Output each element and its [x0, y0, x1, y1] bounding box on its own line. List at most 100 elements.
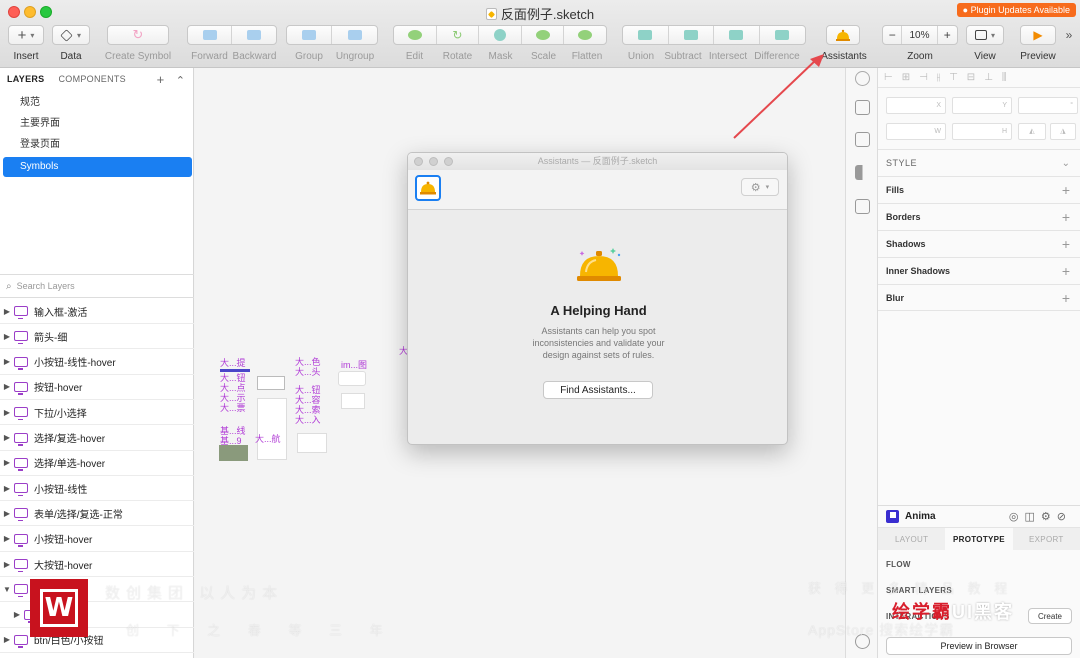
layer-row[interactable]: ▶ 小按钮-hover [0, 527, 194, 552]
intersect-button[interactable] [714, 26, 760, 44]
forward-button[interactable] [188, 26, 233, 44]
ungroup-button[interactable] [332, 26, 377, 44]
search-layers-field[interactable]: ⌕ Search Layers [0, 274, 194, 298]
align-bottom-icon[interactable]: ⊥ [984, 72, 993, 83]
zoom-value[interactable]: 10% [902, 26, 938, 44]
tab-layout[interactable]: LAYOUT [878, 528, 946, 550]
page-item-selected[interactable]: Symbols [3, 157, 192, 177]
flip-vertical-button[interactable]: ◮ [1050, 123, 1076, 140]
table-grid-icon[interactable] [855, 199, 870, 214]
toolbar-overflow-icon[interactable]: » [1062, 28, 1076, 42]
disclosure-collapsed-icon[interactable]: ▶ [0, 560, 14, 569]
close-icon[interactable]: ⊘ [1057, 511, 1072, 523]
disclosure-collapsed-icon[interactable]: ▶ [10, 610, 24, 619]
rotate-button[interactable]: ↻ [437, 26, 480, 44]
flow-section[interactable]: FLOW [886, 560, 911, 569]
view-button[interactable]: ▾ [966, 25, 1004, 45]
style-list-icon[interactable] [855, 132, 870, 147]
disclosure-collapsed-icon[interactable]: ▶ [0, 484, 14, 493]
components-grid-icon[interactable] [855, 165, 870, 180]
union-button[interactable] [623, 26, 669, 44]
find-assistants-button[interactable]: Find Assistants... [543, 381, 653, 399]
scale-button[interactable] [522, 26, 565, 44]
width-field[interactable]: W [886, 123, 946, 140]
fonts-icon[interactable] [855, 71, 870, 86]
assistants-button[interactable] [826, 25, 860, 45]
blur-section[interactable]: Blur + [878, 284, 1080, 311]
layer-row[interactable]: ▶ 箭头-细 [0, 324, 194, 350]
layer-row[interactable]: ▶ 选择/单选-hover [0, 451, 194, 476]
tab-export[interactable]: EXPORT [1012, 528, 1080, 550]
add-blur-icon[interactable]: + [1062, 290, 1070, 306]
collapse-pages-icon[interactable]: ⌃ [176, 75, 185, 87]
create-button[interactable]: Create [1028, 608, 1072, 624]
flip-horizontal-button[interactable]: ◭ [1018, 123, 1046, 140]
y-field[interactable]: Y [952, 97, 1012, 114]
align-center-icon[interactable]: ⊞ [902, 72, 910, 83]
difference-button[interactable] [760, 26, 805, 44]
page-item[interactable]: 登录页面 [3, 135, 192, 155]
shadows-section[interactable]: Shadows + [878, 230, 1080, 257]
borders-section[interactable]: Borders + [878, 203, 1080, 230]
style-header[interactable]: STYLE ⌄ [878, 149, 1080, 176]
align-middle-icon[interactable]: ⊟ [967, 72, 975, 83]
backward-button[interactable] [232, 26, 276, 44]
fills-section[interactable]: Fills + [878, 176, 1080, 203]
flatten-button[interactable] [564, 26, 606, 44]
layer-row[interactable]: ▶ 输入框-激活 [0, 299, 194, 324]
add-page-icon[interactable]: + [157, 72, 165, 87]
assistants-tab[interactable] [415, 175, 441, 201]
align-top-icon[interactable]: ⊤ [949, 72, 958, 83]
distribute-horizontal-icon[interactable]: ⫲ [937, 72, 940, 83]
document-icon[interactable] [855, 100, 870, 115]
panel-icon[interactable]: ◫ [1025, 511, 1041, 523]
disclosure-collapsed-icon[interactable]: ▶ [0, 307, 14, 316]
disclosure-collapsed-icon[interactable]: ▶ [0, 509, 14, 518]
layer-row[interactable]: ▶ 小按钮-线性-hover [0, 350, 194, 375]
layer-row[interactable]: ▶ 按钮-hover [0, 375, 194, 400]
assistants-settings-button[interactable]: ⚙ ▾ [741, 178, 779, 196]
subtract-button[interactable] [669, 26, 714, 44]
close-window-button[interactable] [414, 157, 423, 166]
layer-row[interactable]: ▶ 选择/复选-hover [0, 426, 194, 451]
tab-layers[interactable]: LAYERS [7, 74, 44, 84]
preview-button[interactable]: ▶ [1020, 25, 1056, 45]
page-item[interactable]: 规范 [3, 93, 192, 113]
disclosure-expanded-icon[interactable]: ▼ [0, 585, 14, 594]
inner-shadows-section[interactable]: Inner Shadows + [878, 257, 1080, 284]
disclosure-collapsed-icon[interactable]: ▶ [0, 332, 14, 341]
disclosure-collapsed-icon[interactable]: ▶ [0, 458, 14, 467]
add-shadow-icon[interactable]: + [1062, 236, 1070, 252]
plugin-updates-badge[interactable]: ● Plugin Updates Available [956, 3, 1076, 17]
align-right-icon[interactable]: ⊣ [919, 72, 928, 83]
x-field[interactable]: X [886, 97, 946, 114]
target-icon[interactable]: ◎ [1009, 511, 1025, 523]
disclosure-collapsed-icon[interactable]: ▶ [0, 357, 14, 366]
add-border-icon[interactable]: + [1062, 209, 1070, 225]
align-left-icon[interactable]: ⊢ [884, 72, 893, 83]
disclosure-collapsed-icon[interactable]: ▶ [0, 382, 14, 391]
distribute-vertical-icon[interactable]: ⫼ [1002, 72, 1007, 83]
tab-components[interactable]: COMPONENTS [58, 74, 126, 84]
disclosure-collapsed-icon[interactable]: ▶ [0, 408, 14, 417]
tab-prototype[interactable]: PROTOTYPE [945, 528, 1013, 550]
add-fill-icon[interactable]: + [1062, 182, 1070, 198]
disclosure-collapsed-icon[interactable]: ▶ [0, 534, 14, 543]
page-item[interactable]: 主要界面 [3, 114, 192, 134]
insert-button[interactable]: + ▾ [8, 25, 44, 45]
group-button[interactable] [287, 26, 333, 44]
rotation-field[interactable]: ° [1018, 97, 1078, 114]
zoom-out-button[interactable]: − [883, 26, 903, 44]
zoom-window-button[interactable] [444, 157, 453, 166]
create-symbol-button[interactable]: ↻ [107, 25, 169, 45]
height-field[interactable]: H [952, 123, 1012, 140]
edit-button[interactable] [394, 26, 437, 44]
minimize-window-button[interactable] [429, 157, 438, 166]
layer-row[interactable]: ▶ 表单/选择/复选-正常 [0, 501, 194, 527]
gear-icon[interactable]: ⚙ [1041, 511, 1057, 523]
zoom-in-button[interactable]: + [938, 26, 957, 44]
disclosure-collapsed-icon[interactable]: ▶ [0, 635, 14, 644]
layer-row[interactable]: ▶ 大按钮-hover [0, 552, 194, 577]
layer-row[interactable]: ▶ 下拉/小选择 [0, 400, 194, 426]
disclosure-collapsed-icon[interactable]: ▶ [0, 433, 14, 442]
